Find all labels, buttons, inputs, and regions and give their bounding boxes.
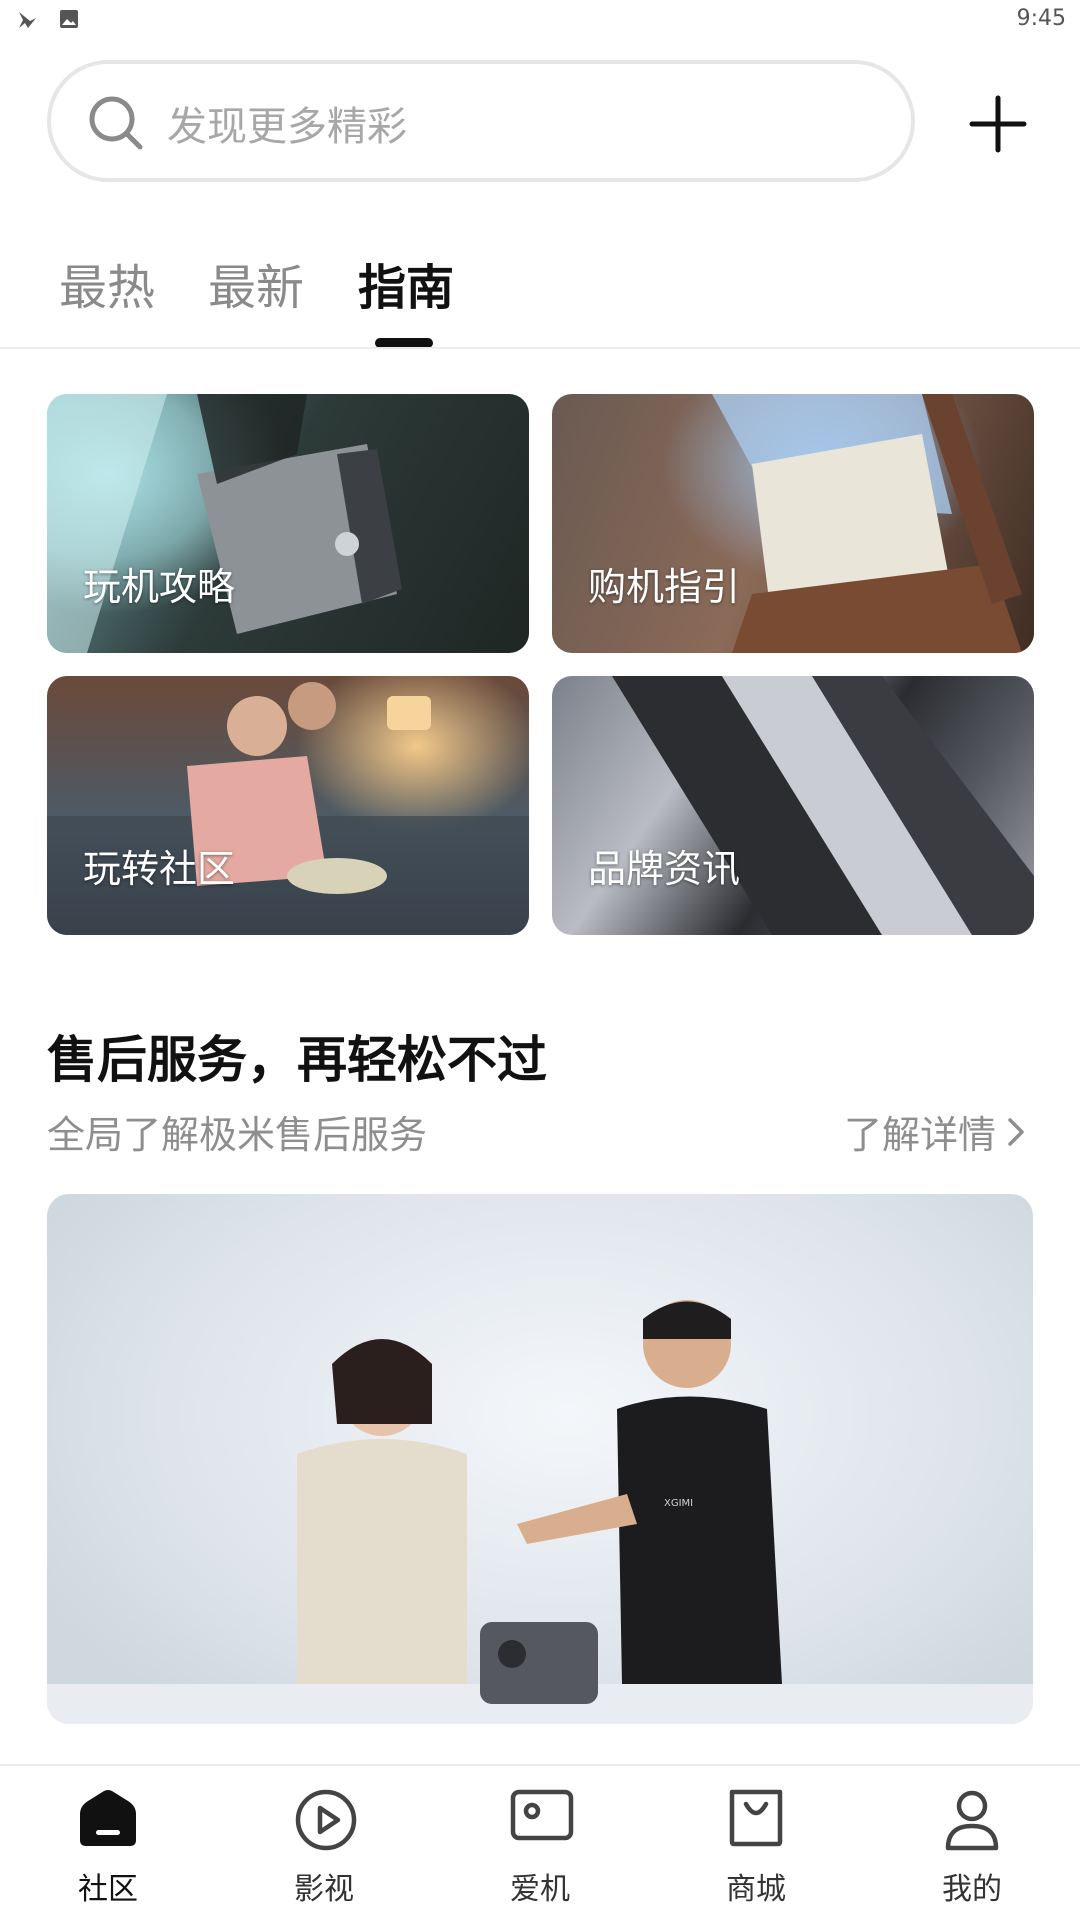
nav-label: 影视 [294,1872,354,1907]
section-title: 售后服务，再轻松不过 [47,1031,547,1089]
learn-more-label: 了解详情 [843,1113,996,1157]
nav-device[interactable]: 爱机 [432,1766,648,1922]
guide-card-brand-news[interactable]: 品牌资讯 [552,676,1034,935]
guide-card-buying-guide[interactable]: 购机指引 [552,394,1034,653]
tab-bar: 最热 最新 指南 [0,248,1080,348]
card-label: 品牌资讯 [588,847,741,891]
section-subtitle: 全局了解极米售后服务 [47,1113,428,1157]
search-input[interactable]: 发现更多精彩 [47,60,915,182]
couple-on-sofa-image [47,682,529,935]
chevron-right-icon [1008,1117,1024,1146]
tab-latest[interactable]: 最新 [208,248,304,318]
nav-label: 社区 [78,1872,138,1907]
banner-brand-text: XGIMI [664,1498,693,1509]
shopping-bag-icon [729,1789,783,1847]
guide-card-community[interactable]: 玩转社区 [47,676,529,935]
nav-community[interactable]: 社区 [0,1766,216,1922]
nav-store[interactable]: 商城 [648,1766,864,1922]
play-circle-icon [295,1789,357,1851]
guide-card-play-tips[interactable]: 玩机攻略 [47,394,529,653]
projector-image [47,394,402,653]
nav-label: 我的 [942,1872,1002,1907]
learn-more-link[interactable]: 了解详情 [844,1104,1026,1159]
add-button[interactable] [968,94,1028,154]
image-notification-icon [58,8,80,34]
tab-hot[interactable]: 最热 [59,248,155,318]
nav-profile[interactable]: 我的 [864,1766,1080,1922]
card-label: 玩机攻略 [83,565,236,609]
bottom-nav: 社区 影视 爱机 商城 我的 [0,1764,1080,1922]
device-icon [510,1789,574,1841]
plus-icon [969,95,1027,153]
nav-label: 爱机 [510,1872,570,1907]
nav-label: 商城 [726,1872,786,1907]
nav-video[interactable]: 影视 [216,1766,432,1922]
bird-notification-icon [16,8,40,36]
projector-in-bag-image [712,394,1022,653]
status-bar: 9:45 [0,0,1080,40]
card-label: 玩转社区 [83,847,236,891]
home-icon [80,1790,136,1846]
after-sales-banner-image: XGIMI [47,1300,1033,1724]
card-label: 购机指引 [588,565,741,609]
user-icon [945,1790,999,1851]
divider [0,347,1080,349]
status-time: 9:45 [1016,6,1066,31]
after-sales-banner[interactable]: XGIMI [47,1194,1033,1724]
tab-guide[interactable]: 指南 [358,248,454,318]
projector-closeup-image [612,676,1034,935]
search-icon [87,94,145,156]
search-placeholder: 发现更多精彩 [167,104,407,150]
